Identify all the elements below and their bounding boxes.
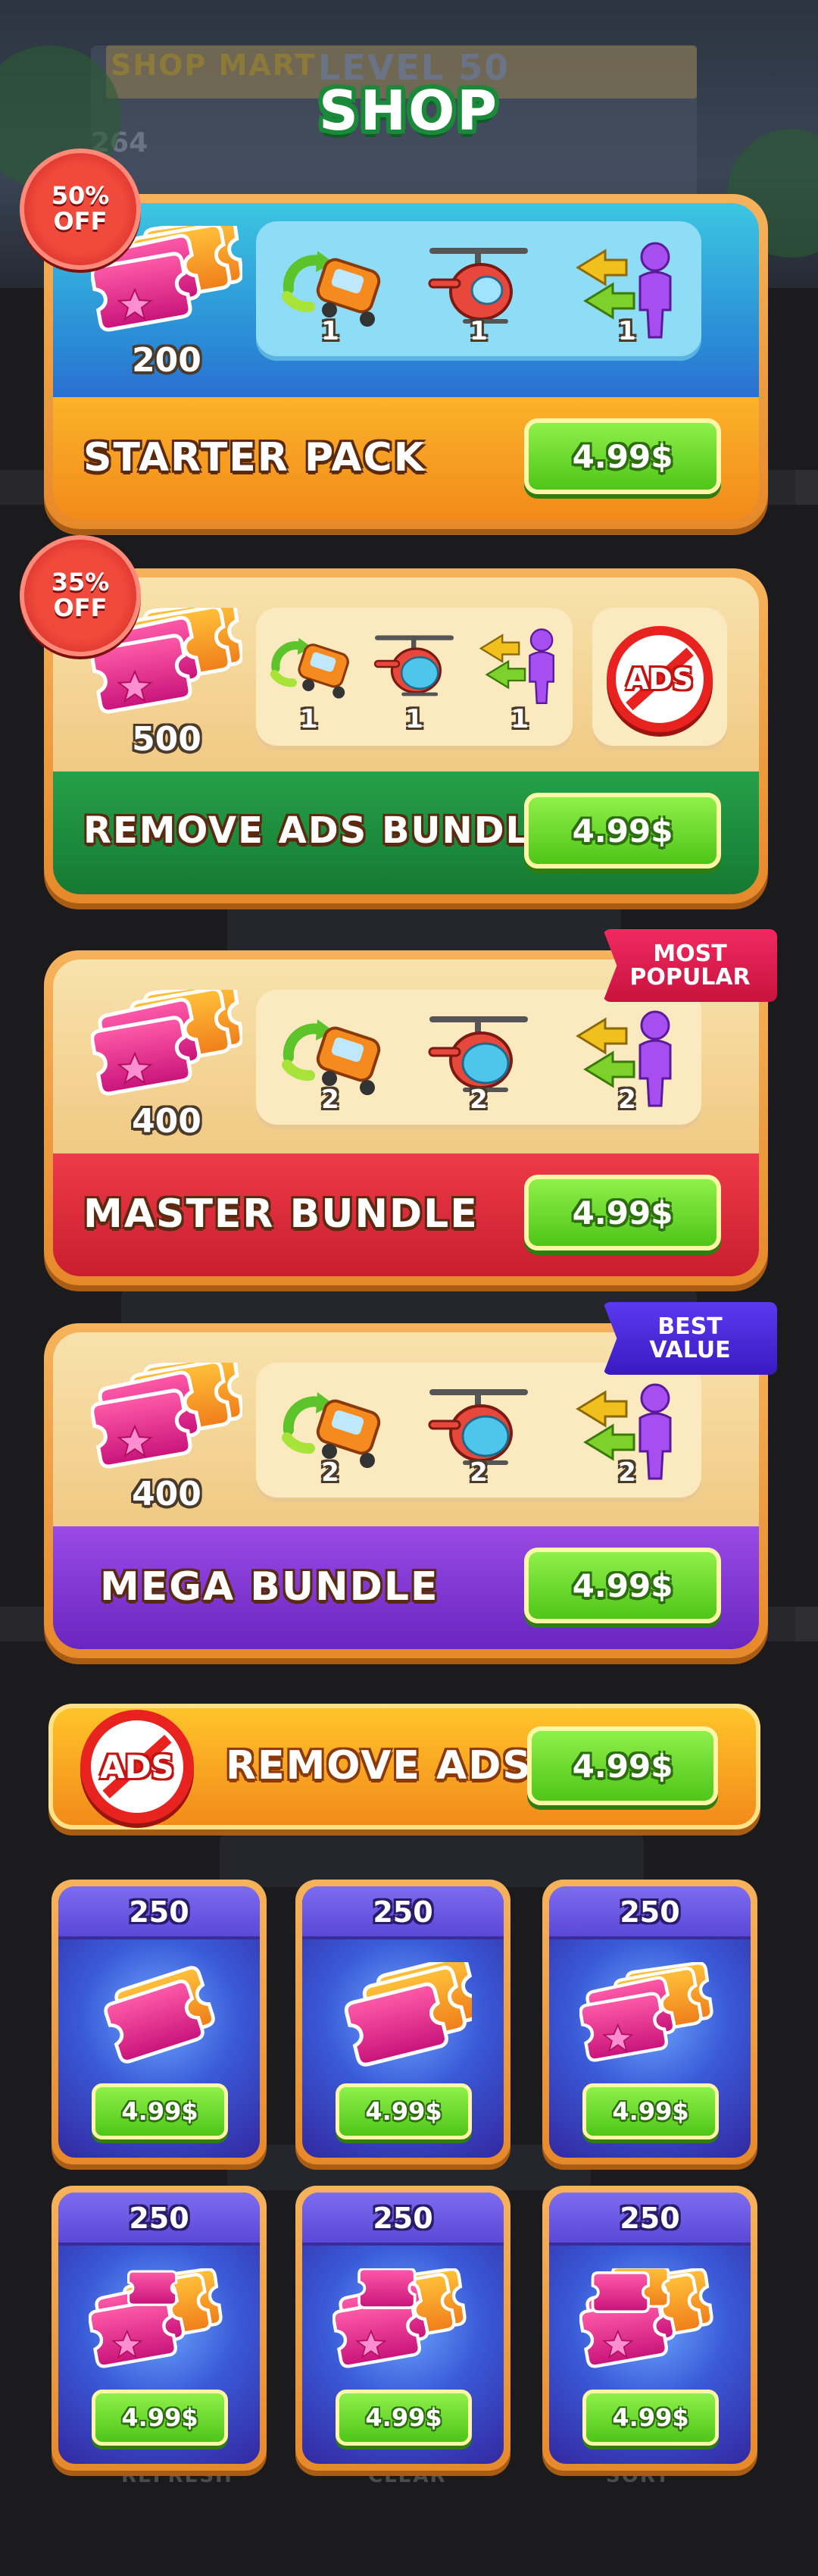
bundle-items-panel: 1 1 1 xyxy=(256,221,701,361)
discount-percent: 50% xyxy=(51,181,110,211)
remove-ads-row[interactable]: ADS REMOVE ADS 4.99$ xyxy=(48,1704,760,1829)
ticket-pack-tile[interactable]: 250 4.99$ xyxy=(52,2186,267,2471)
ticket-pack-tile[interactable]: 250 4.99$ xyxy=(52,1880,267,2164)
item-count: 2 xyxy=(618,1085,636,1115)
discount-percent: 35% xyxy=(51,568,110,597)
helicopter-item: 2 xyxy=(422,1376,535,1489)
helicopter-item: 1 xyxy=(369,622,460,736)
best-value-ribbon: BEST VALUE xyxy=(603,1302,777,1375)
buy-mega-bundle-button[interactable]: 4.99$ xyxy=(524,1548,721,1623)
tickets-amount: 400 xyxy=(132,1102,201,1141)
buy-ticket-pack-button[interactable]: 4.99$ xyxy=(336,2083,472,2139)
ticket-pack-amount: 250 xyxy=(129,1895,189,1929)
ribbon-line1: MOST xyxy=(653,940,727,967)
item-count: 1 xyxy=(299,704,318,734)
ticket-icon xyxy=(91,1363,242,1476)
helicopter-icon xyxy=(373,634,455,698)
buy-master-bundle-button[interactable]: 4.99$ xyxy=(524,1175,721,1250)
bundle-name: REMOVE ADS BUNDLE xyxy=(83,809,557,852)
bundle-items-panel: 1 1 1 xyxy=(256,608,573,750)
item-count: 1 xyxy=(510,704,529,734)
tickets-amount: 200 xyxy=(132,341,201,380)
item-count: 2 xyxy=(470,1457,488,1488)
item-count: 1 xyxy=(321,316,339,346)
item-count: 2 xyxy=(321,1457,339,1488)
person-swap-item: 1 xyxy=(474,622,565,736)
ticket-icon xyxy=(333,1962,472,2076)
ticket-icon xyxy=(91,990,242,1103)
buy-ticket-pack-button[interactable]: 4.99$ xyxy=(582,2083,719,2139)
shop-title: SHOP xyxy=(318,79,500,142)
ticket-pack-amount: 250 xyxy=(620,2202,680,2235)
ticket-pack-amount: 250 xyxy=(373,2202,433,2235)
item-count: 2 xyxy=(618,1457,636,1488)
ticket-icon xyxy=(89,1962,228,2076)
remove-ads-label: REMOVE ADS xyxy=(226,1743,532,1789)
bundle-name: MASTER BUNDLE xyxy=(83,1191,479,1237)
ribbon-line2: POPULAR xyxy=(629,964,751,991)
item-count: 1 xyxy=(618,316,636,346)
tickets-stack xyxy=(91,990,242,1119)
buy-remove-ads-bundle-button[interactable]: 4.99$ xyxy=(524,793,721,869)
ticket-pack-tile[interactable]: 250 4.99$ xyxy=(542,2186,757,2471)
ticket-icon xyxy=(333,2268,472,2382)
bundle-card-remove-ads[interactable]: 1 1 1 ADS 500 REMOVE ADS BUNDLE 4.99$ xyxy=(44,568,768,903)
bundle-name: STARTER PACK xyxy=(83,435,426,480)
person-swap-icon xyxy=(480,628,555,705)
car-swap-item: 1 xyxy=(273,234,387,348)
car-swap-icon xyxy=(264,622,354,706)
person-swap-item: 2 xyxy=(570,1376,684,1489)
ticket-pack-tile[interactable]: 250 4.99$ xyxy=(542,1880,757,2164)
car-swap-item: 2 xyxy=(273,1376,387,1489)
tickets-stack xyxy=(91,1363,242,1491)
no-ads-text: ADS xyxy=(626,662,694,696)
car-swap-item: 2 xyxy=(273,1003,387,1116)
shop-sign-text: SHOP MART xyxy=(111,49,317,82)
no-ads-icon: ADS xyxy=(80,1710,194,1823)
person-swap-item: 2 xyxy=(570,1003,684,1116)
no-ads-icon: ADS xyxy=(607,626,713,732)
ticket-pack-amount: 250 xyxy=(129,2202,189,2235)
discount-badge: 35% OFF xyxy=(20,535,141,656)
item-count: 1 xyxy=(405,704,423,734)
ticket-pack-tile[interactable]: 250 4.99$ xyxy=(295,1880,510,2164)
car-swap-item: 1 xyxy=(264,622,354,736)
item-count: 1 xyxy=(470,316,488,346)
helicopter-item: 2 xyxy=(422,1003,535,1116)
ribbon-line1: BEST xyxy=(657,1313,723,1340)
no-ads-panel: ADS xyxy=(592,608,727,750)
bundle-card-starter-pack[interactable]: 1 1 1 200 STARTER PACK 4.99$ xyxy=(44,194,768,529)
discount-off: OFF xyxy=(53,593,108,622)
buy-ticket-pack-button[interactable]: 4.99$ xyxy=(92,2083,228,2139)
buy-remove-ads-button[interactable]: 4.99$ xyxy=(527,1726,718,1805)
person-swap-item: 1 xyxy=(570,234,684,348)
bundle-name: MEGA BUNDLE xyxy=(100,1564,439,1610)
ticket-icon xyxy=(579,1962,719,2076)
buy-ticket-pack-button[interactable]: 4.99$ xyxy=(582,2390,719,2446)
tickets-amount: 500 xyxy=(132,720,201,759)
ticket-icon xyxy=(579,2268,719,2382)
helicopter-item: 1 xyxy=(422,234,535,348)
no-ads-text: ADS xyxy=(100,1748,174,1786)
buy-ticket-pack-button[interactable]: 4.99$ xyxy=(336,2390,472,2446)
bundle-items-panel: 2 2 2 xyxy=(256,1363,701,1502)
discount-off: OFF xyxy=(53,207,108,236)
ticket-pack-tile[interactable]: 250 4.99$ xyxy=(295,2186,510,2471)
most-popular-ribbon: MOST POPULAR xyxy=(603,929,777,1002)
item-count: 2 xyxy=(470,1085,488,1115)
bundle-items-panel: 2 2 2 xyxy=(256,990,701,1129)
item-count: 2 xyxy=(321,1085,339,1115)
discount-badge: 50% OFF xyxy=(20,149,141,270)
ticket-pack-amount: 250 xyxy=(620,1895,680,1929)
buy-ticket-pack-button[interactable]: 4.99$ xyxy=(92,2390,228,2446)
ribbon-line2: VALUE xyxy=(649,1337,731,1363)
buy-starter-pack-button[interactable]: 4.99$ xyxy=(524,418,721,494)
tickets-amount: 400 xyxy=(132,1475,201,1513)
ticket-pack-amount: 250 xyxy=(373,1895,433,1929)
ticket-icon xyxy=(89,2268,228,2382)
